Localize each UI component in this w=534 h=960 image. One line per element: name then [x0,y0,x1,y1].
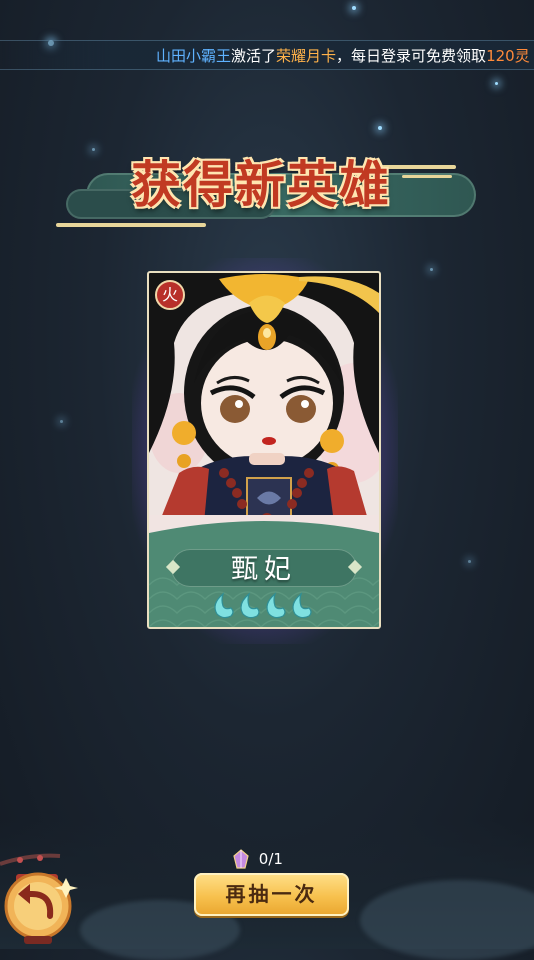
draw-counter-value: 0/1 [258,850,283,868]
marquee-tail: ，每日登录可免费领取 [336,47,487,65]
sparkle-decoration [352,6,356,10]
marquee-amount: 120灵 [486,47,530,65]
marquee-player-name: 山田小霸王 [156,47,232,65]
announcement-marquee: 山田小霸王激活了荣耀月卡，每日登录可免费领取120灵 [0,40,534,70]
hero-card[interactable]: 火 甄妃 [147,271,381,629]
hero-star-rating [214,592,312,619]
sparkle-decoration [430,268,433,271]
banner-title: 获得新英雄 [131,155,391,214]
marquee-text: 山田小霸王激活了荣耀月卡，每日登录可免费领取120灵 [156,45,530,66]
back-button[interactable] [0,850,90,949]
redraw-button[interactable]: 再抽一次 [194,873,349,916]
crystal-icon [233,849,249,869]
title-banner: 获得新英雄 [56,145,476,235]
banner-gold-line [56,223,206,227]
sparkle-decoration [378,126,382,130]
marquee-item-name: 荣耀月卡 [276,47,337,65]
marquee-action: 激活了 [231,47,277,65]
sparkle-decoration [495,82,498,85]
hero-name: 甄妃 [231,554,297,585]
hero-portrait [149,273,379,523]
sparkle-decoration [60,420,63,423]
sparkle-decoration [468,560,471,563]
element-fire-badge: 火 [155,280,185,310]
draw-counter: 0/1 [232,849,283,871]
